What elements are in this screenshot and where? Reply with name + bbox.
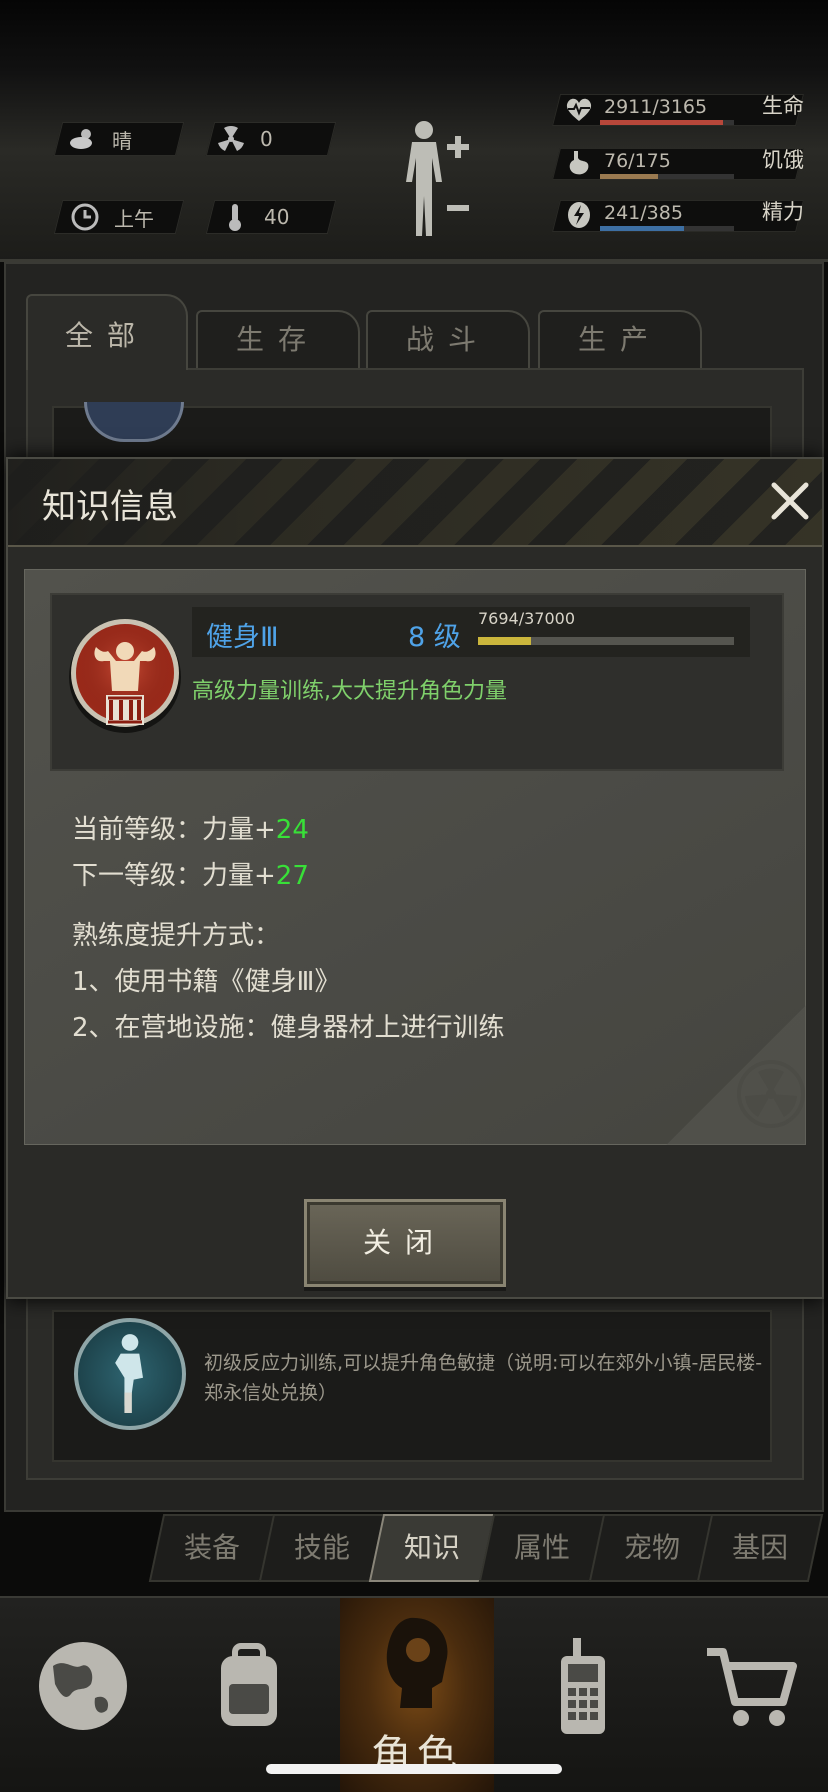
radiation-chip: 0	[216, 122, 273, 156]
tab-all[interactable]: 全部	[26, 294, 188, 370]
home-indicator[interactable]	[266, 1764, 562, 1774]
backpack-icon	[221, 1643, 277, 1726]
next-level-label: 下一等级：力量+	[72, 861, 276, 891]
time-of-day-text: 上午	[114, 206, 154, 231]
hunger-bar	[600, 174, 734, 179]
radiation-watermark-icon	[737, 1060, 805, 1128]
sub-tab-label: 宠物	[623, 1531, 680, 1564]
hunger-value: 76/175	[604, 150, 671, 172]
reflex-skill-icon	[74, 1318, 186, 1430]
skill-card: 健身Ⅲ 8 级 7694/37000 高级力量训练,大大提升角色力量	[50, 593, 784, 771]
weather-cloud-sun-icon	[70, 129, 92, 149]
health-bar-fill	[600, 120, 724, 125]
tab-combat[interactable]: 战斗	[366, 310, 530, 368]
walkie-talkie-icon	[561, 1638, 605, 1734]
energy-bar-fill	[600, 226, 685, 231]
radiation-value: 0	[260, 127, 273, 151]
hunger-bar-fill	[600, 174, 658, 179]
character-body-icon[interactable]	[396, 118, 476, 242]
dialog-header: 知识信息	[8, 459, 822, 547]
weather-text: 晴	[112, 128, 132, 153]
thermometer-icon	[229, 204, 241, 231]
weather-chip: 晴	[68, 122, 132, 156]
temperature-value: 40	[264, 205, 290, 229]
stat-row-hunger: 76/175 饥饿	[552, 144, 806, 184]
list-item-icon	[84, 402, 184, 442]
proficiency-method-1: 1、使用书籍《健身Ⅲ》	[72, 967, 341, 997]
running-figure-icon	[115, 1334, 143, 1413]
health-label: 生命	[762, 94, 804, 118]
character-head-icon	[386, 1617, 448, 1708]
nav-backpack[interactable]	[174, 1606, 324, 1786]
next-level-effect: 下一等级：力量+27	[72, 855, 309, 892]
current-level-label: 当前等级：力量+	[72, 815, 276, 845]
dialog-title: 知识信息	[42, 487, 178, 527]
nav-world-map[interactable]	[8, 1606, 158, 1786]
clock-icon	[71, 203, 99, 231]
tab-label: 战斗	[405, 323, 490, 356]
tab-label: 生产	[577, 323, 662, 356]
sub-tab-label: 属性	[513, 1531, 570, 1564]
current-level-value: 24	[275, 815, 309, 845]
health-bar	[600, 120, 734, 125]
stat-row-energy: 241/385 精力	[552, 196, 806, 236]
globe-icon	[39, 1642, 127, 1730]
close-icon[interactable]	[768, 479, 812, 523]
xp-progress-bar	[478, 637, 734, 645]
sub-tab-label: 装备	[183, 1531, 240, 1564]
close-button-label: 关闭	[362, 1226, 447, 1259]
nav-radio[interactable]	[508, 1606, 658, 1786]
status-bar: 晴 0 上午 40 2911/3165 生命 76/175 饥饿 241/385…	[0, 0, 828, 262]
energy-bolt-icon	[568, 202, 590, 228]
knowledge-info-dialog: 知识信息 健身Ⅲ 8 级 7694/37000 高级力量训练,大大提升角色力量 …	[6, 457, 824, 1299]
radiation-icon	[218, 125, 244, 151]
sub-tab-label: 知识	[403, 1531, 460, 1564]
tab-production[interactable]: 生产	[538, 310, 702, 368]
close-button[interactable]: 关闭	[304, 1199, 506, 1287]
list-item[interactable]	[52, 402, 772, 462]
time-chip: 上午	[70, 200, 154, 234]
tab-label: 全部	[64, 319, 149, 352]
energy-bar	[600, 226, 734, 231]
xp-progress-fill	[478, 637, 532, 645]
stomach-icon	[569, 151, 589, 175]
xp-text: 7694/37000	[478, 609, 576, 628]
heart-pulse-icon	[566, 98, 592, 121]
hunger-label: 饥饿	[762, 148, 804, 172]
next-level-value: 27	[275, 861, 309, 891]
shopping-cart-icon	[707, 1648, 797, 1726]
sub-tab-label: 技能	[293, 1531, 350, 1564]
nav-shop[interactable]	[676, 1606, 826, 1786]
list-item-description: 初级反应力训练,可以提升角色敏捷（说明:可以在郊外小镇-居民楼-郑永信处兑换）	[204, 1352, 763, 1404]
skill-description: 高级力量训练,大大提升角色力量	[192, 679, 507, 704]
fitness-skill-icon	[69, 619, 181, 733]
proficiency-method-title: 熟练度提升方式：	[72, 921, 281, 951]
skill-level: 8 级	[408, 622, 461, 653]
dialog-content: 健身Ⅲ 8 级 7694/37000 高级力量训练,大大提升角色力量 当前等级：…	[22, 567, 808, 1147]
character-sub-tabs: 装备 技能 知识 属性 宠物 基因	[148, 1514, 824, 1582]
energy-label: 精力	[762, 200, 804, 224]
skill-name: 健身Ⅲ	[206, 622, 279, 653]
proficiency-method-2: 2、在营地设施：健身器材上进行训练	[72, 1013, 505, 1043]
skill-name-bar: 健身Ⅲ 8 级 7694/37000	[192, 607, 750, 657]
current-level-effect: 当前等级：力量+24	[72, 809, 309, 846]
sub-tab-label: 基因	[731, 1531, 788, 1564]
stat-row-health: 2911/3165 生命	[552, 90, 806, 130]
energy-value: 241/385	[604, 202, 683, 224]
health-value: 2911/3165	[604, 96, 708, 118]
tab-survival[interactable]: 生存	[196, 310, 360, 368]
temperature-chip: 40	[220, 200, 289, 234]
tab-label: 生存	[235, 323, 320, 356]
